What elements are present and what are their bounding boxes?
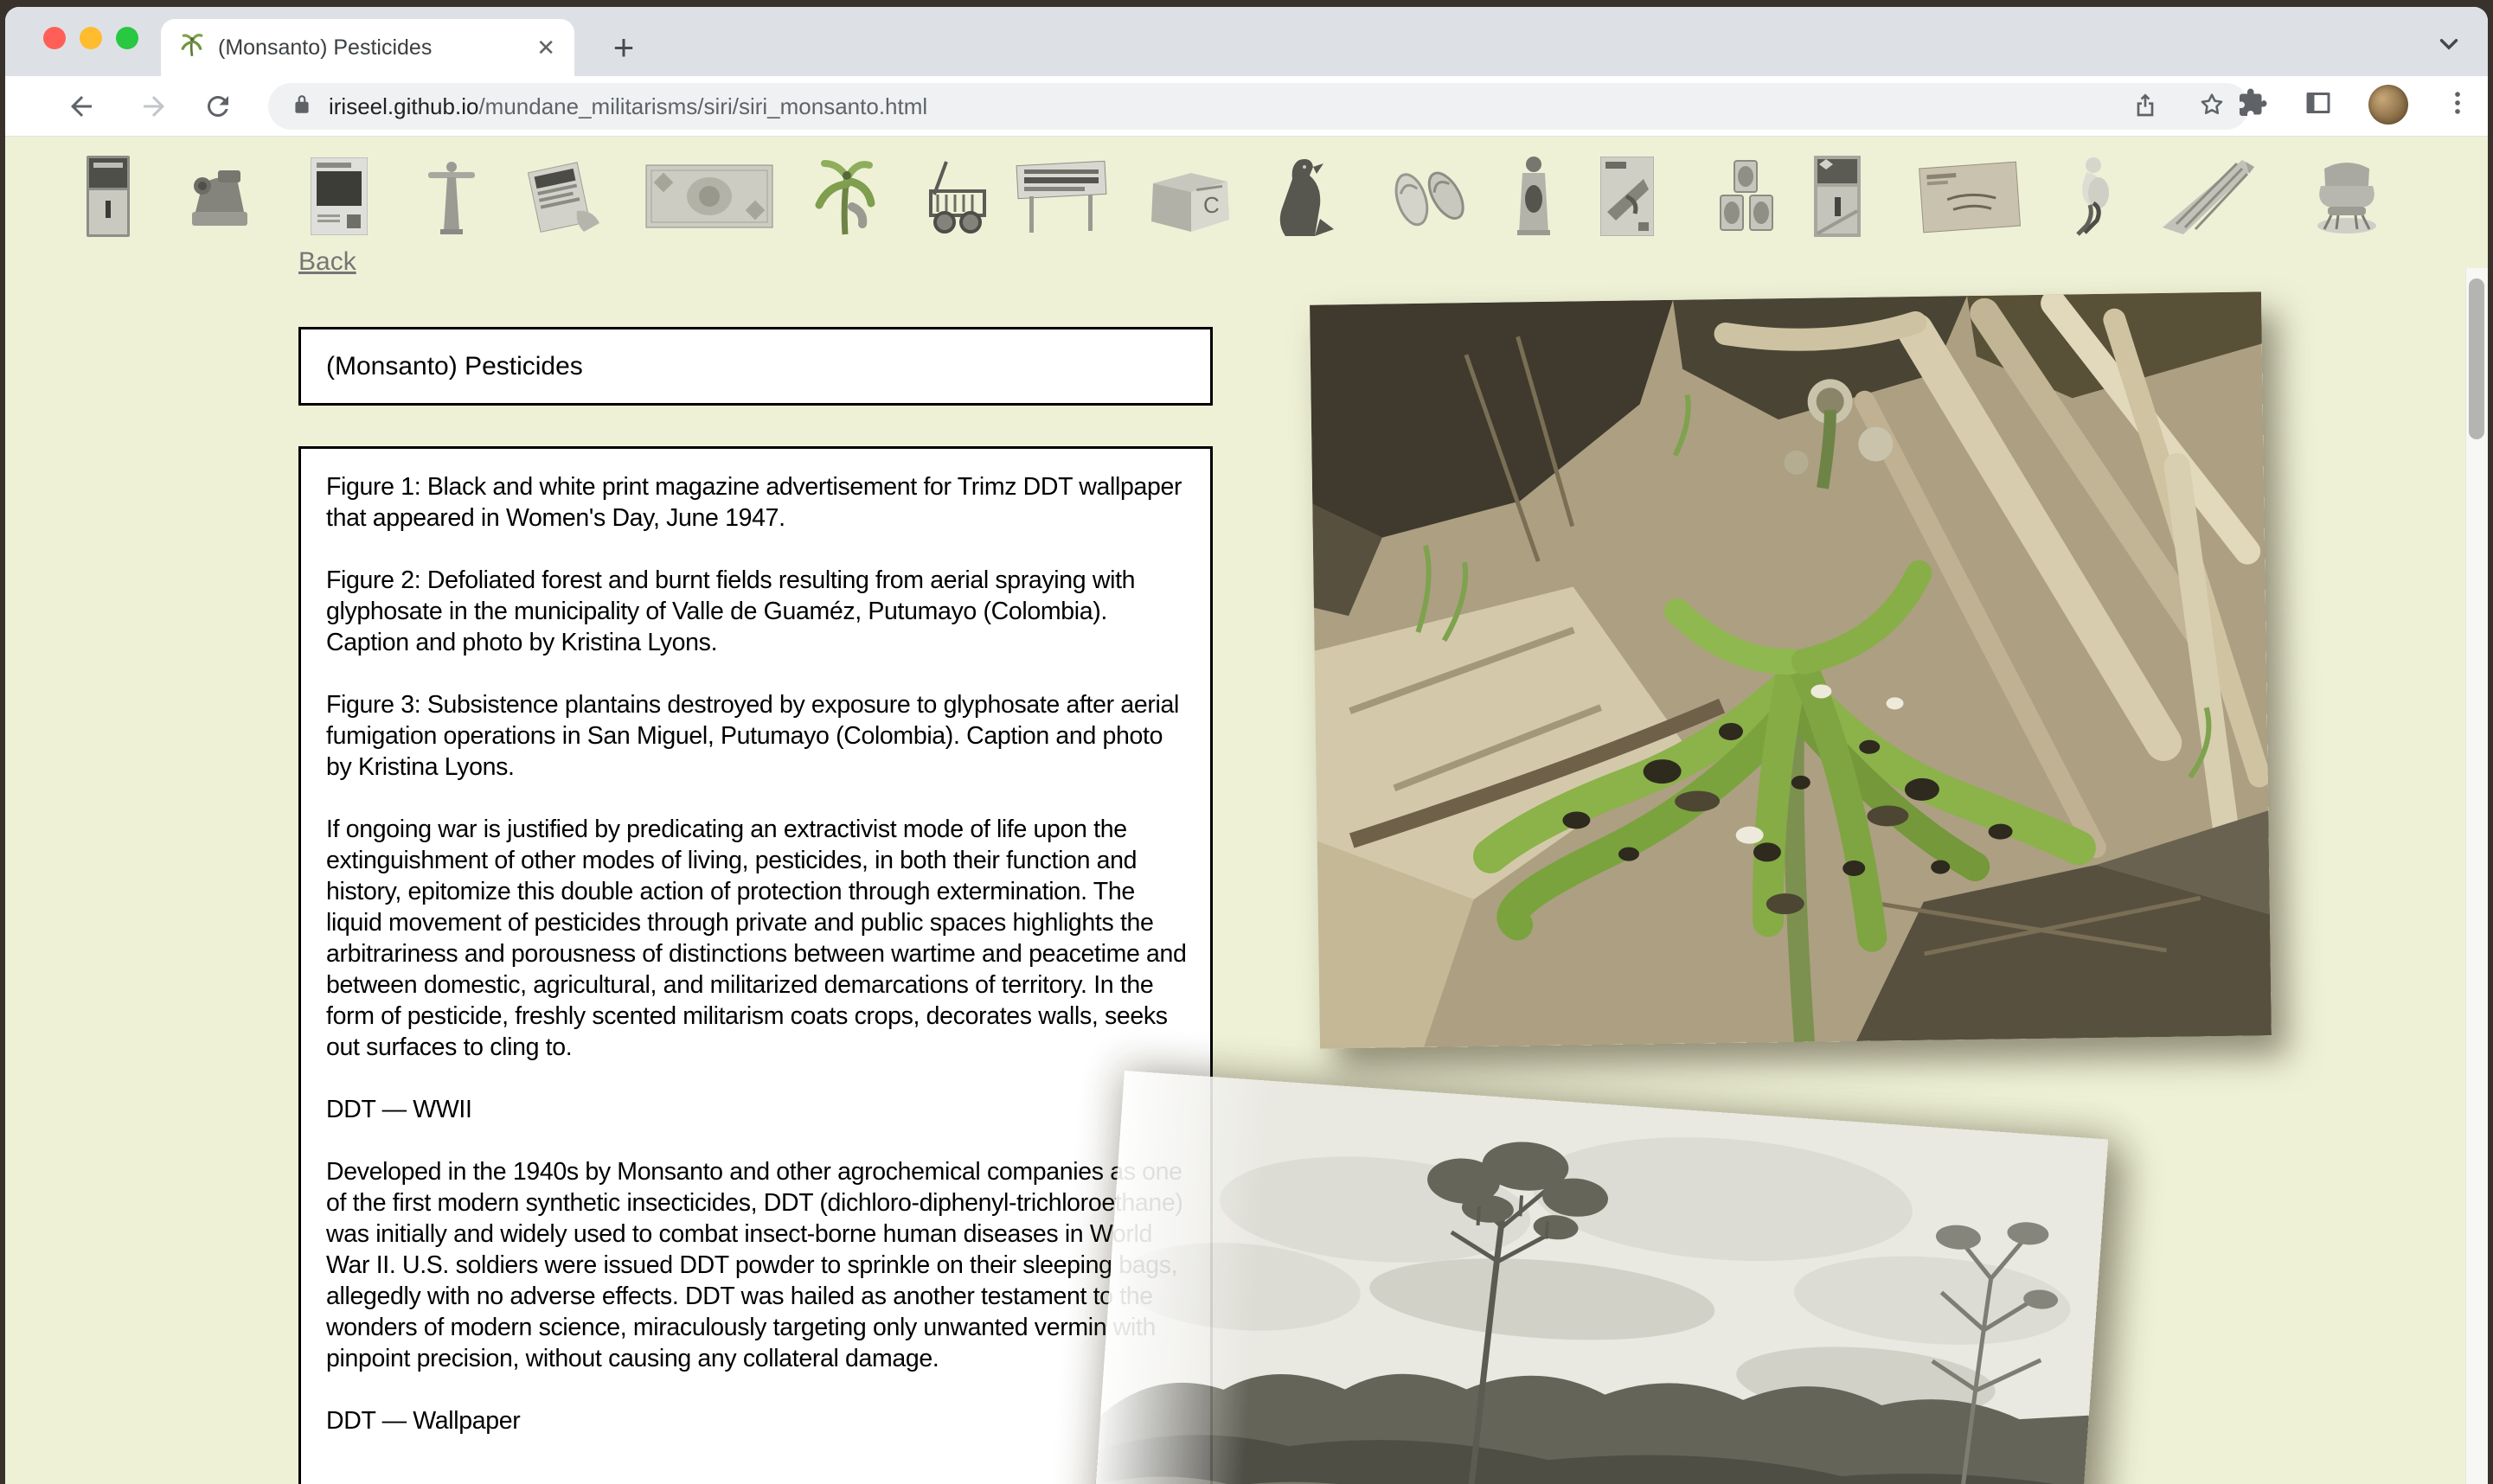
paragraph: Figure 2: Defoliated forest and burnt fi… — [326, 565, 1188, 658]
new-tab-button[interactable]: + — [600, 33, 647, 67]
lock-icon — [291, 93, 313, 120]
svg-text:C: C — [1203, 192, 1220, 218]
paragraph: Figure 1: Black and white print magazine… — [326, 471, 1188, 534]
back-button[interactable] — [66, 91, 97, 122]
site-navigation-icon-strip: C — [5, 138, 2488, 255]
forward-button[interactable] — [138, 91, 170, 122]
close-tab-icon[interactable]: ✕ — [536, 35, 555, 61]
extensions-puzzle-icon[interactable] — [2237, 87, 2268, 123]
browser-window: (Monsanto) Pesticides ✕ + iriseel.github… — [5, 7, 2488, 1484]
browser-toolbar: iriseel.github.io/mundane_militarisms/si… — [5, 76, 2488, 137]
url-text: iriseel.github.io/mundane_militarisms/si… — [329, 93, 927, 120]
page-content: C Back (Monsanto) Pesticides Figure 1: B… — [5, 138, 2488, 1484]
plantain-bunch-icon[interactable] — [812, 138, 878, 255]
newspaper-clipping-icon[interactable] — [523, 138, 603, 255]
paragraph: Developed in the 1940s by Monsanto and o… — [326, 1156, 1188, 1374]
window-controls — [43, 27, 138, 49]
share-icon[interactable] — [2131, 91, 2159, 123]
banknote-icon[interactable] — [644, 138, 774, 255]
bookmark-star-icon[interactable] — [2197, 90, 2227, 124]
figure3-plantains-photo — [1310, 291, 2272, 1048]
article-box: Figure 1: Black and white print magazine… — [298, 446, 1213, 1484]
page-title: (Monsanto) Pesticides — [326, 352, 583, 381]
back-link[interactable]: Back — [298, 247, 356, 277]
scrollbar-thumb[interactable] — [2469, 278, 2484, 439]
tab-strip: (Monsanto) Pesticides ✕ + — [5, 7, 2488, 76]
close-window-button[interactable] — [43, 27, 66, 49]
tab-title: (Monsanto) Pesticides — [218, 35, 522, 61]
doll-figurine-icon[interactable] — [1512, 138, 1555, 255]
profile-avatar[interactable] — [2368, 85, 2408, 125]
canned-food-stack-icon[interactable] — [1715, 138, 1781, 255]
address-bar[interactable]: iriseel.github.io/mundane_militarisms/si… — [268, 83, 2249, 130]
article-text: Figure 1: Black and white print magazine… — [326, 471, 1188, 1436]
section-heading: DDT — Wallpaper — [326, 1405, 1188, 1436]
board-game-poster-icon[interactable] — [87, 138, 130, 255]
film-projector-icon[interactable] — [183, 138, 256, 255]
stadium-seats-icon[interactable] — [2159, 138, 2256, 255]
scrollbar-track[interactable] — [2465, 268, 2488, 1484]
active-tab[interactable]: (Monsanto) Pesticides ✕ — [161, 19, 574, 76]
reload-button[interactable] — [202, 91, 234, 122]
hand-cart-icon[interactable] — [920, 138, 993, 255]
menu-dots-icon[interactable] — [2443, 88, 2472, 122]
armchair-icon[interactable] — [2312, 138, 2381, 255]
zoom-window-button[interactable] — [116, 27, 138, 49]
framed-photo-card-icon[interactable] — [311, 138, 368, 255]
movie-poster-icon[interactable] — [1814, 138, 1861, 255]
section-heading: DDT — WWII — [326, 1094, 1188, 1125]
test-site-sign-icon[interactable] — [1010, 138, 1112, 255]
envelope-letter-icon[interactable] — [1916, 138, 2023, 255]
side-panel-icon[interactable] — [2303, 87, 2334, 123]
ration-box-icon[interactable]: C — [1141, 138, 1236, 255]
paragraph: Figure 3: Subsistence plantains destroye… — [326, 689, 1188, 783]
page-title-box: (Monsanto) Pesticides — [298, 327, 1213, 406]
godzilla-figure-icon[interactable] — [1273, 138, 1337, 255]
minimize-window-button[interactable] — [80, 27, 102, 49]
paragraph: If ongoing war is justified by predicati… — [326, 814, 1188, 1063]
tab-search-chevron-icon[interactable] — [2434, 29, 2464, 63]
seated-mannequin-icon[interactable] — [2067, 138, 2118, 255]
favicon-plantain-icon — [180, 34, 204, 62]
statue-figurine-icon[interactable] — [425, 138, 478, 255]
sandals-icon[interactable] — [1381, 138, 1478, 255]
figure2-deforestation-photo — [1085, 1071, 2108, 1484]
propaganda-poster-icon[interactable] — [1600, 138, 1654, 255]
